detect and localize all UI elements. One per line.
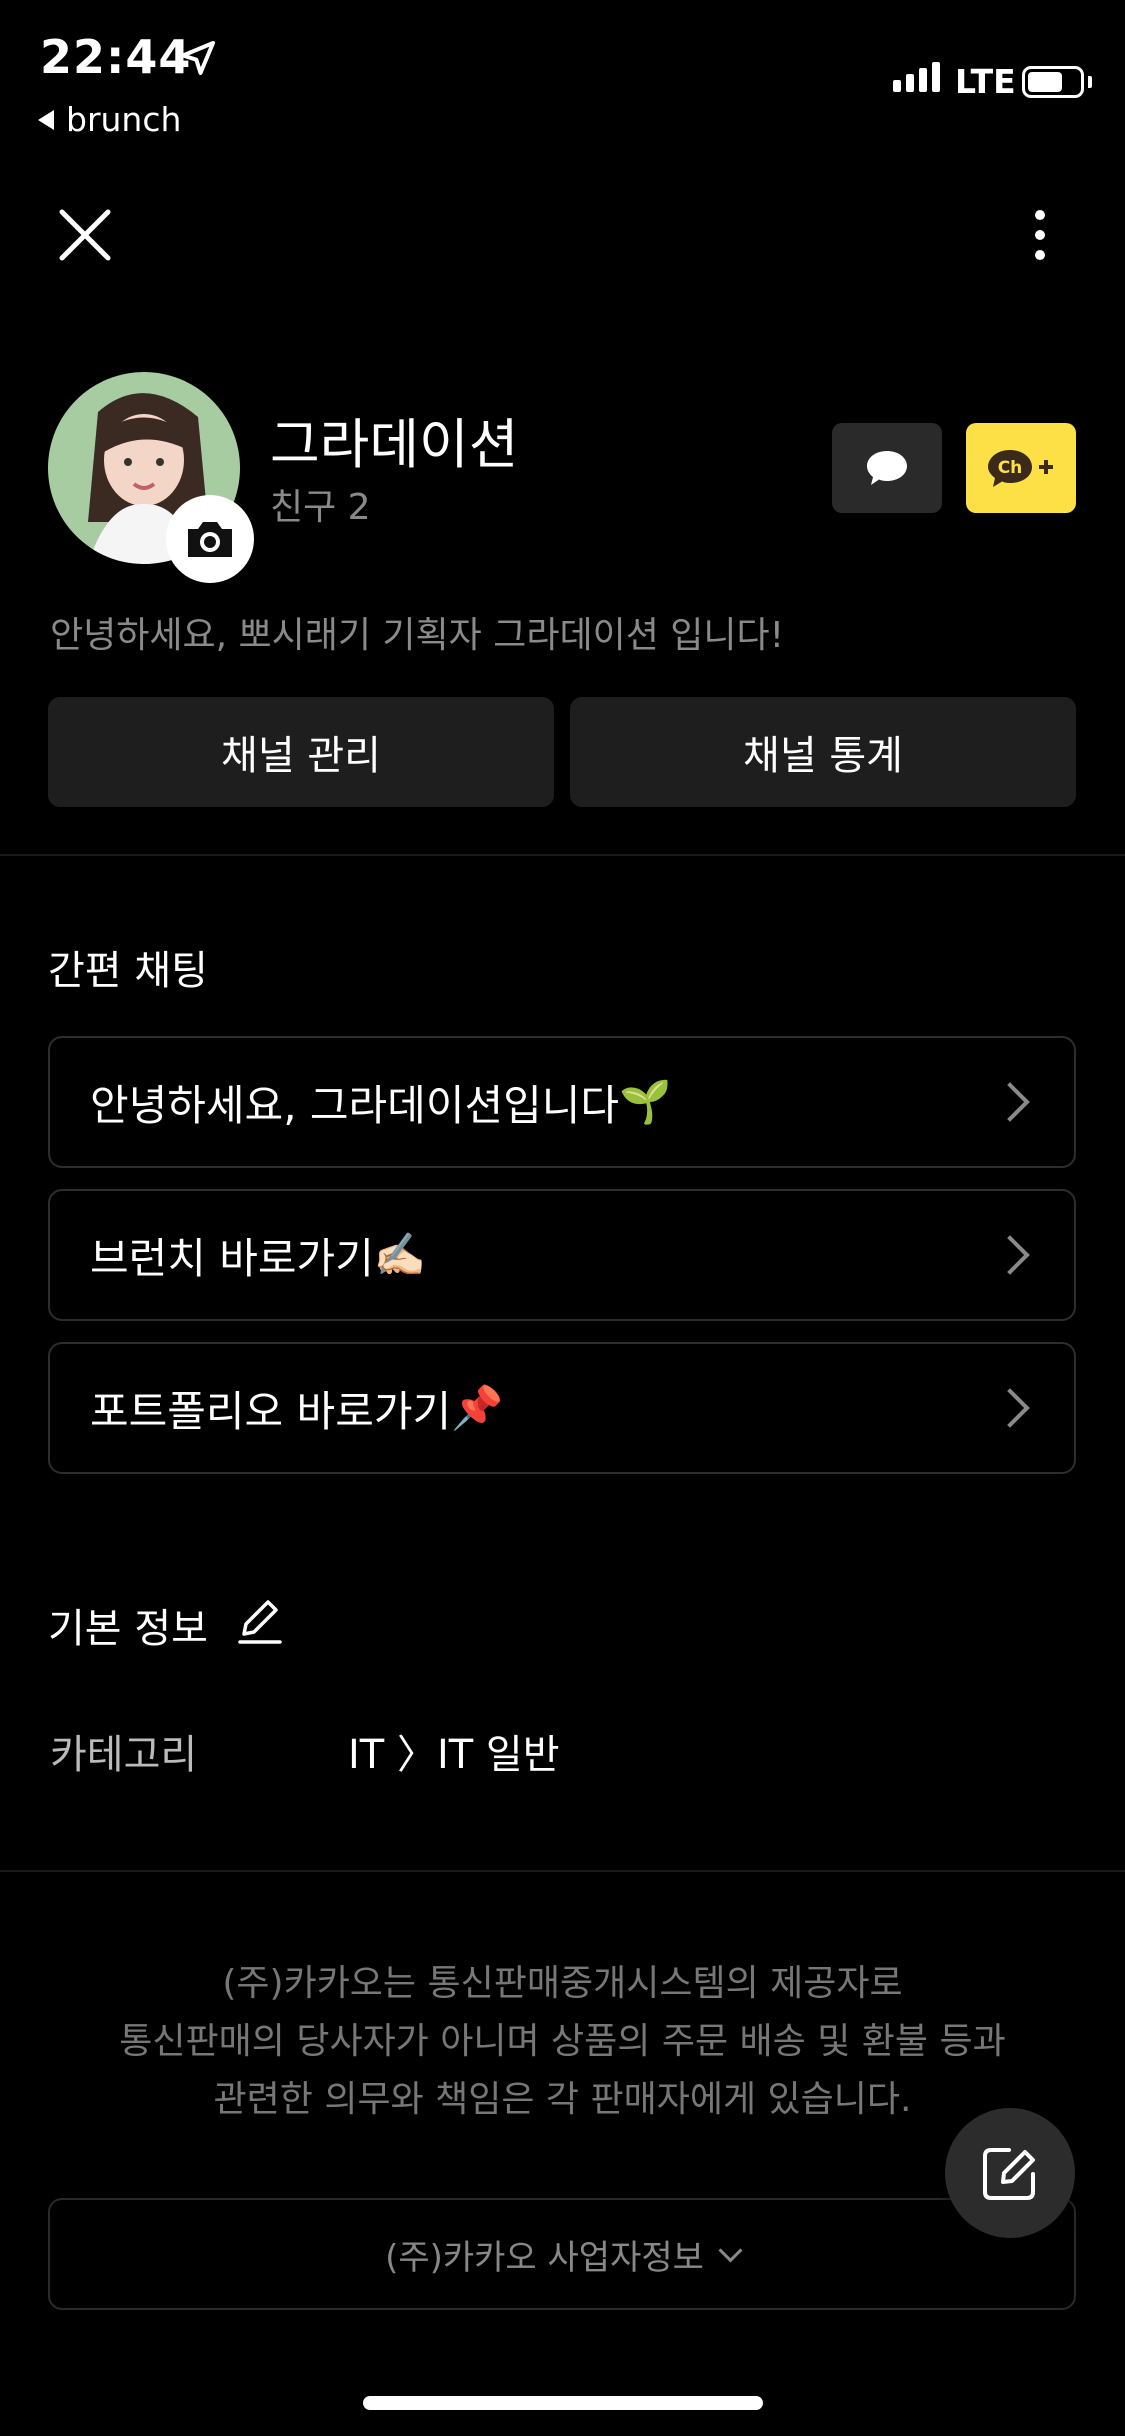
- chevron-down-icon: [718, 2237, 743, 2263]
- channel-add-icon: Ch: [988, 450, 1053, 487]
- cellular-signal-icon: [893, 62, 940, 92]
- back-app-label: brunch: [66, 100, 182, 139]
- section-divider: [0, 854, 1125, 856]
- chevron-right-icon: [990, 1235, 1030, 1275]
- legal-notice-line: (주)카카오는 통신판매중개시스템의 제공자로: [222, 1963, 903, 2004]
- channel-stats-button[interactable]: 채널 통계: [570, 697, 1076, 807]
- channel-manage-button[interactable]: 채널 관리: [48, 697, 554, 807]
- channel-intro: 안녕하세요, 뽀시래기 기획자 그라데이션 입니다!: [50, 615, 785, 656]
- friend-count: 친구 2: [270, 487, 371, 528]
- more-options-icon[interactable]: [1020, 205, 1060, 265]
- category-label: 카테고리: [50, 1732, 198, 1778]
- quick-chat-label: 포트폴리오 바로가기: [90, 1386, 452, 1436]
- speech-bubble-icon: [867, 451, 907, 485]
- basic-info-title: 기본 정보: [48, 1606, 208, 1652]
- battery-tip: [1088, 76, 1092, 88]
- home-indicator[interactable]: [363, 2396, 763, 2410]
- quick-chat-item[interactable]: 안녕하세요, 그라데이션입니다 🌱: [48, 1036, 1076, 1168]
- add-channel-button[interactable]: Ch: [966, 423, 1076, 513]
- quick-chat-item[interactable]: 브런치 바로가기 ✍🏻: [48, 1189, 1076, 1321]
- chat-button[interactable]: [832, 423, 942, 513]
- channel-name: 그라데이션: [270, 413, 519, 476]
- status-time: 22:44: [40, 30, 192, 84]
- change-photo-button[interactable]: [166, 495, 254, 583]
- location-arrow-icon: [181, 41, 215, 75]
- compose-edit-icon: [983, 2148, 1035, 2200]
- network-type: LTE: [955, 62, 1016, 101]
- chevron-right-icon: [990, 1082, 1030, 1122]
- business-info-label: (주)카카오 사업자정보: [385, 2237, 704, 2278]
- pushpin-icon: 📌: [451, 1383, 504, 1432]
- back-to-app-link[interactable]: brunch: [38, 100, 181, 139]
- seedling-icon: 🌱: [619, 1077, 672, 1126]
- legal-notice-line: 관련한 의무와 책임은 각 판매자에게 있습니다.: [213, 2079, 912, 2120]
- chevron-right-icon: [990, 1388, 1030, 1428]
- quick-chat-item[interactable]: 포트폴리오 바로가기 📌: [48, 1342, 1076, 1474]
- legal-notice-line: 통신판매의 당사자가 아니며 상품의 주문 배송 및 환불 등과: [119, 2021, 1006, 2062]
- quick-chat-title: 간편 채팅: [48, 948, 208, 994]
- back-triangle-icon: [38, 109, 54, 130]
- ch-badge-text: Ch: [998, 458, 1023, 478]
- quick-chat-label: 안녕하세요, 그라데이션입니다: [90, 1080, 620, 1130]
- battery-icon: [1022, 66, 1084, 98]
- edit-pencil-icon[interactable]: [236, 1596, 284, 1646]
- compose-fab[interactable]: [945, 2108, 1075, 2238]
- section-divider: [0, 1870, 1125, 1872]
- writing-hand-icon: ✍🏻: [373, 1230, 427, 1279]
- category-value: IT 〉IT 일반: [348, 1732, 560, 1778]
- legal-notice: (주)카카오는 통신판매중개시스템의 제공자로 통신판매의 당사자가 아니며 상…: [0, 1955, 1125, 2129]
- camera-icon: [188, 522, 232, 557]
- close-icon[interactable]: [50, 200, 120, 270]
- quick-chat-label: 브런치 바로가기: [90, 1233, 374, 1283]
- business-info-button[interactable]: (주)카카오 사업자정보: [48, 2198, 1076, 2310]
